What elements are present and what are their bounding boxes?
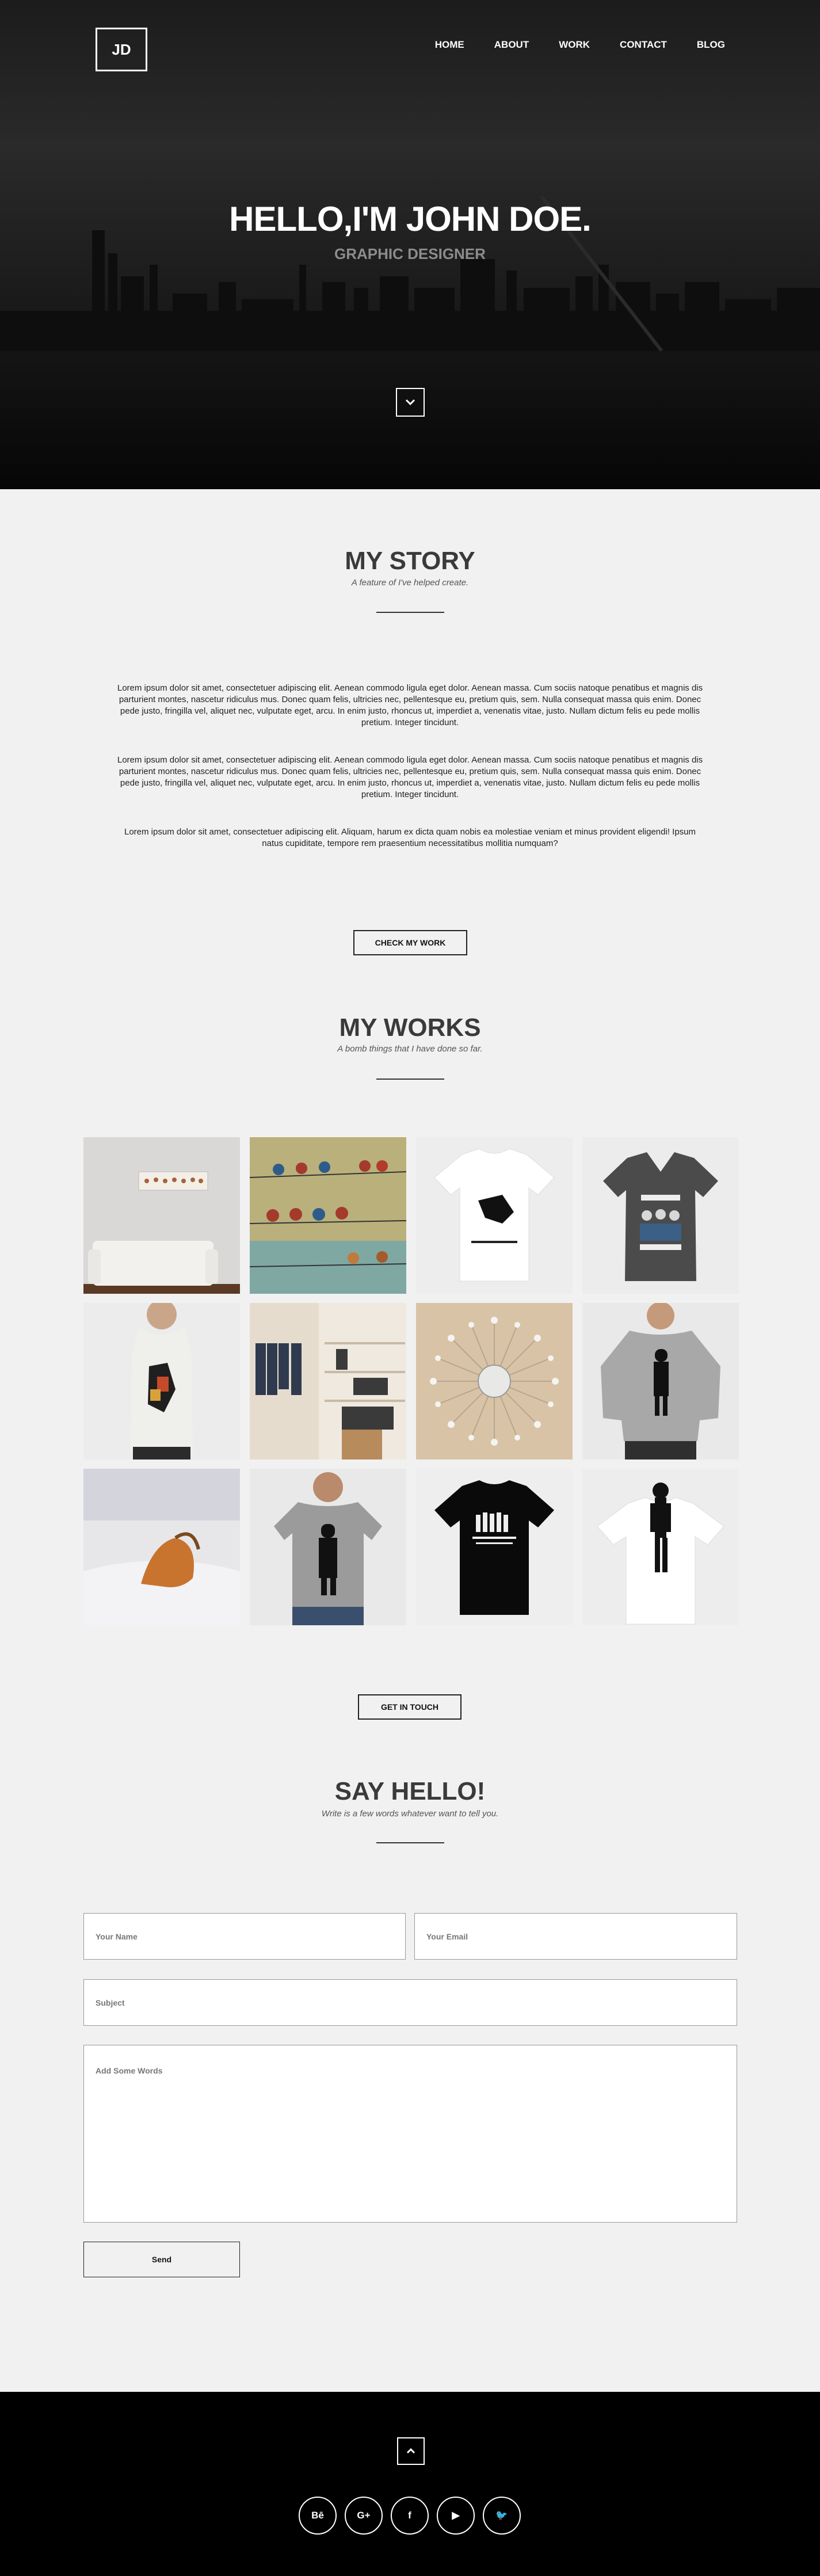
scroll-up-button[interactable]	[397, 2437, 425, 2465]
footer	[0, 2392, 820, 2576]
chevron-down-icon	[405, 399, 415, 406]
subject-field[interactable]: Subject	[83, 1979, 737, 2026]
work-tile-closet[interactable]	[250, 1303, 406, 1460]
work-tile-grey-sweatshirt[interactable]	[582, 1303, 739, 1460]
works-divider	[376, 1079, 444, 1080]
portfolio-image	[83, 1137, 240, 1294]
get-in-touch-button[interactable]: GET IN TOUCH	[358, 1694, 462, 1720]
contact-divider	[376, 1842, 444, 1843]
work-tile-grey-vneck[interactable]	[582, 1137, 739, 1294]
story-paragraph: Lorem ipsum dolor sit amet, consectetuer…	[124, 827, 696, 848]
twitter-icon[interactable]: 🐦	[483, 2497, 521, 2535]
works-title: MY WORKS	[339, 1013, 481, 1042]
portfolio-image	[582, 1137, 739, 1294]
email-field[interactable]: Your Email	[414, 1913, 737, 1960]
story-paragraph: Lorem ipsum dolor sit amet, consectetuer…	[117, 683, 703, 727]
youtube-icon[interactable]: ▶	[437, 2497, 475, 2535]
story-subtitle: A feature of I've helped create.	[351, 578, 469, 588]
scroll-down-button[interactable]	[396, 388, 425, 417]
story-divider	[376, 612, 444, 613]
story-title: MY STORY	[345, 547, 475, 575]
portfolio-image	[416, 1303, 573, 1460]
portfolio-image	[250, 1137, 406, 1294]
chevron-up-icon	[406, 2448, 415, 2454]
story-paragraph: Lorem ipsum dolor sit amet, consectetuer…	[117, 755, 703, 799]
work-tile-fox-snow[interactable]	[83, 1469, 240, 1625]
work-tile-man-grey-tshirt[interactable]	[250, 1469, 406, 1625]
nav-home[interactable]: HOME	[435, 39, 464, 51]
nav-about[interactable]: ABOUT	[494, 39, 529, 51]
work-tile-birds-painting[interactable]	[250, 1137, 406, 1294]
work-tile-sunburst-mirror[interactable]	[416, 1303, 573, 1460]
work-tile-black-tshirt[interactable]	[416, 1469, 573, 1625]
work-tile-tank-top[interactable]	[83, 1303, 240, 1460]
portfolio-image	[416, 1469, 573, 1625]
work-tile-white-tshirt[interactable]	[416, 1137, 573, 1294]
nav-contact[interactable]: CONTACT	[620, 39, 667, 51]
portfolio-image	[582, 1469, 739, 1625]
work-tile-wall-art-sofa[interactable]	[83, 1137, 240, 1294]
google-plus-icon[interactable]: G+	[345, 2497, 383, 2535]
nav-work[interactable]: WORK	[559, 39, 590, 51]
hero-title: HELLO,I'M JOHN DOE.	[229, 200, 592, 238]
send-button[interactable]: Send	[83, 2242, 240, 2277]
contact-title: SAY HELLO!	[334, 1777, 486, 1805]
work-tile-white-print-tshirt[interactable]	[582, 1469, 739, 1625]
works-subtitle: A bomb things that I have done so far.	[337, 1044, 483, 1054]
portfolio-image	[83, 1469, 240, 1625]
portfolio-image	[582, 1303, 739, 1460]
portfolio-image	[250, 1469, 406, 1625]
name-field[interactable]: Your Name	[83, 1913, 406, 1960]
nav-blog[interactable]: BLOG	[697, 39, 725, 51]
message-textarea[interactable]: Add Some Words	[83, 2045, 737, 2223]
hero-subtitle: GRAPHIC DESIGNER	[334, 245, 486, 262]
portfolio-image	[416, 1137, 573, 1294]
contact-subtitle: Write is a few words whatever want to te…	[321, 1809, 499, 1819]
main-nav: HOME ABOUT WORK CONTACT BLOG	[435, 39, 820, 51]
logo[interactable]: JD	[96, 28, 147, 71]
check-my-work-button[interactable]: CHECK MY WORK	[353, 930, 467, 955]
behance-icon[interactable]: Bē	[299, 2497, 337, 2535]
facebook-icon[interactable]: f	[391, 2497, 429, 2535]
portfolio-image	[83, 1303, 240, 1460]
hero-section: JD HOME ABOUT WORK CONTACT BLOG HELLO,I'…	[0, 0, 820, 489]
portfolio-image	[250, 1303, 406, 1460]
